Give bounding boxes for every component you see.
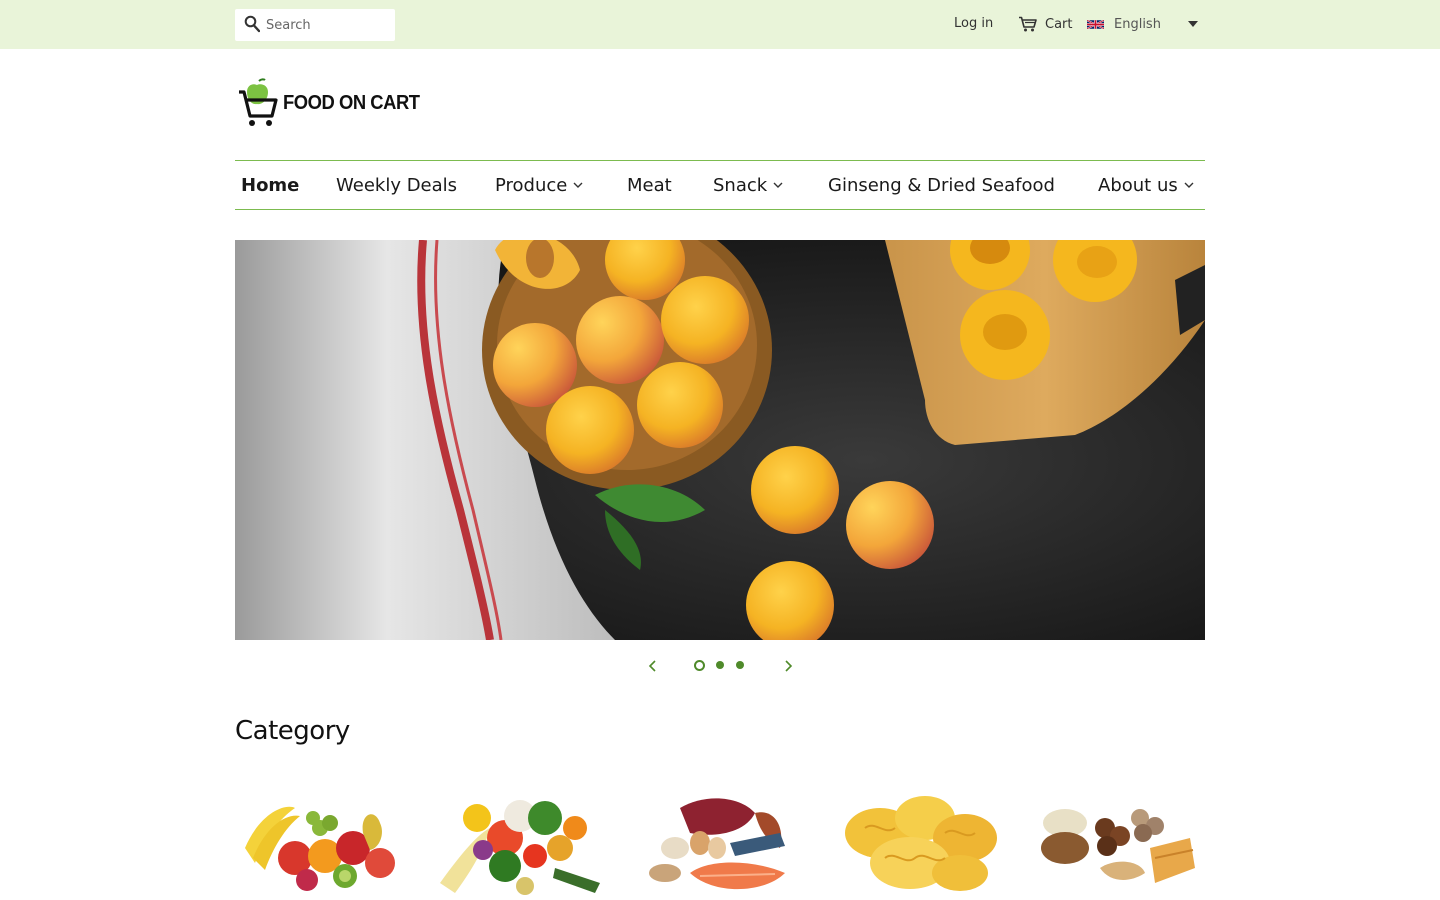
nav-item-label: Meat [627,174,672,196]
chevron-down-icon [1184,182,1194,188]
nav-item-weekly-deals[interactable]: Weekly Deals [336,161,457,209]
search-box[interactable] [235,9,395,41]
category-chips[interactable] [835,788,1005,900]
chevron-down-icon [573,182,583,188]
nav-item-label: About us [1098,174,1178,196]
language-selector[interactable]: English [1087,12,1202,36]
language-label: English [1114,16,1161,32]
slide-dot-2[interactable] [716,661,724,669]
apricots-image [235,240,1205,640]
slide-dot-1[interactable] [694,660,705,671]
logo-text: FOOD ON CART [283,91,420,114]
chips-image [845,796,997,891]
category-fruits[interactable] [235,788,405,900]
vegetables-image [440,800,600,895]
nav-item-label: Ginseng & Dried Seafood [828,174,1055,196]
chevron-down-icon [773,182,783,188]
nav-item-ginseng-dried-seafood[interactable]: Ginseng & Dried Seafood [828,161,1055,209]
category-vegetables[interactable] [435,788,605,900]
meat-seafood-image [649,798,785,890]
nav-item-about-us[interactable]: About us [1098,161,1194,209]
category-heading: Category [235,716,350,746]
search-icon[interactable] [244,15,260,33]
main-nav: Home Weekly Deals Produce Meat Snack Gin… [235,160,1205,210]
chevron-right-icon[interactable] [782,660,794,672]
nav-item-snack[interactable]: Snack [713,161,783,209]
cart-link[interactable]: Cart [1018,14,1073,34]
site-logo[interactable]: FOOD ON CART [237,78,431,128]
search-input[interactable] [266,9,391,41]
nav-item-produce[interactable]: Produce [495,161,583,209]
category-meat-seafood[interactable] [635,788,805,900]
nav-item-home[interactable]: Home [241,161,299,209]
slideshow-controls [645,656,795,676]
chevron-left-icon[interactable] [647,660,659,672]
cart-icon [1019,16,1037,32]
nav-item-label: Produce [495,174,568,196]
nav-item-meat[interactable]: Meat [627,161,672,209]
cart-label: Cart [1045,16,1073,32]
uk-flag-icon [1087,18,1104,30]
dried-goods-image [1035,788,1205,900]
nav-item-label: Weekly Deals [336,174,458,196]
login-link[interactable]: Log in [954,16,993,31]
fruits-image [245,806,395,891]
cart-logo-icon [239,78,278,126]
caret-down-icon [1188,21,1198,27]
nav-item-label: Snack [713,174,768,196]
slide-dot-3[interactable] [736,661,744,669]
category-dried-goods[interactable] [1035,788,1205,900]
nav-item-label: Home [241,174,300,196]
top-bar: Log in Cart English [0,0,1440,49]
hero-slide-image[interactable] [235,240,1205,640]
